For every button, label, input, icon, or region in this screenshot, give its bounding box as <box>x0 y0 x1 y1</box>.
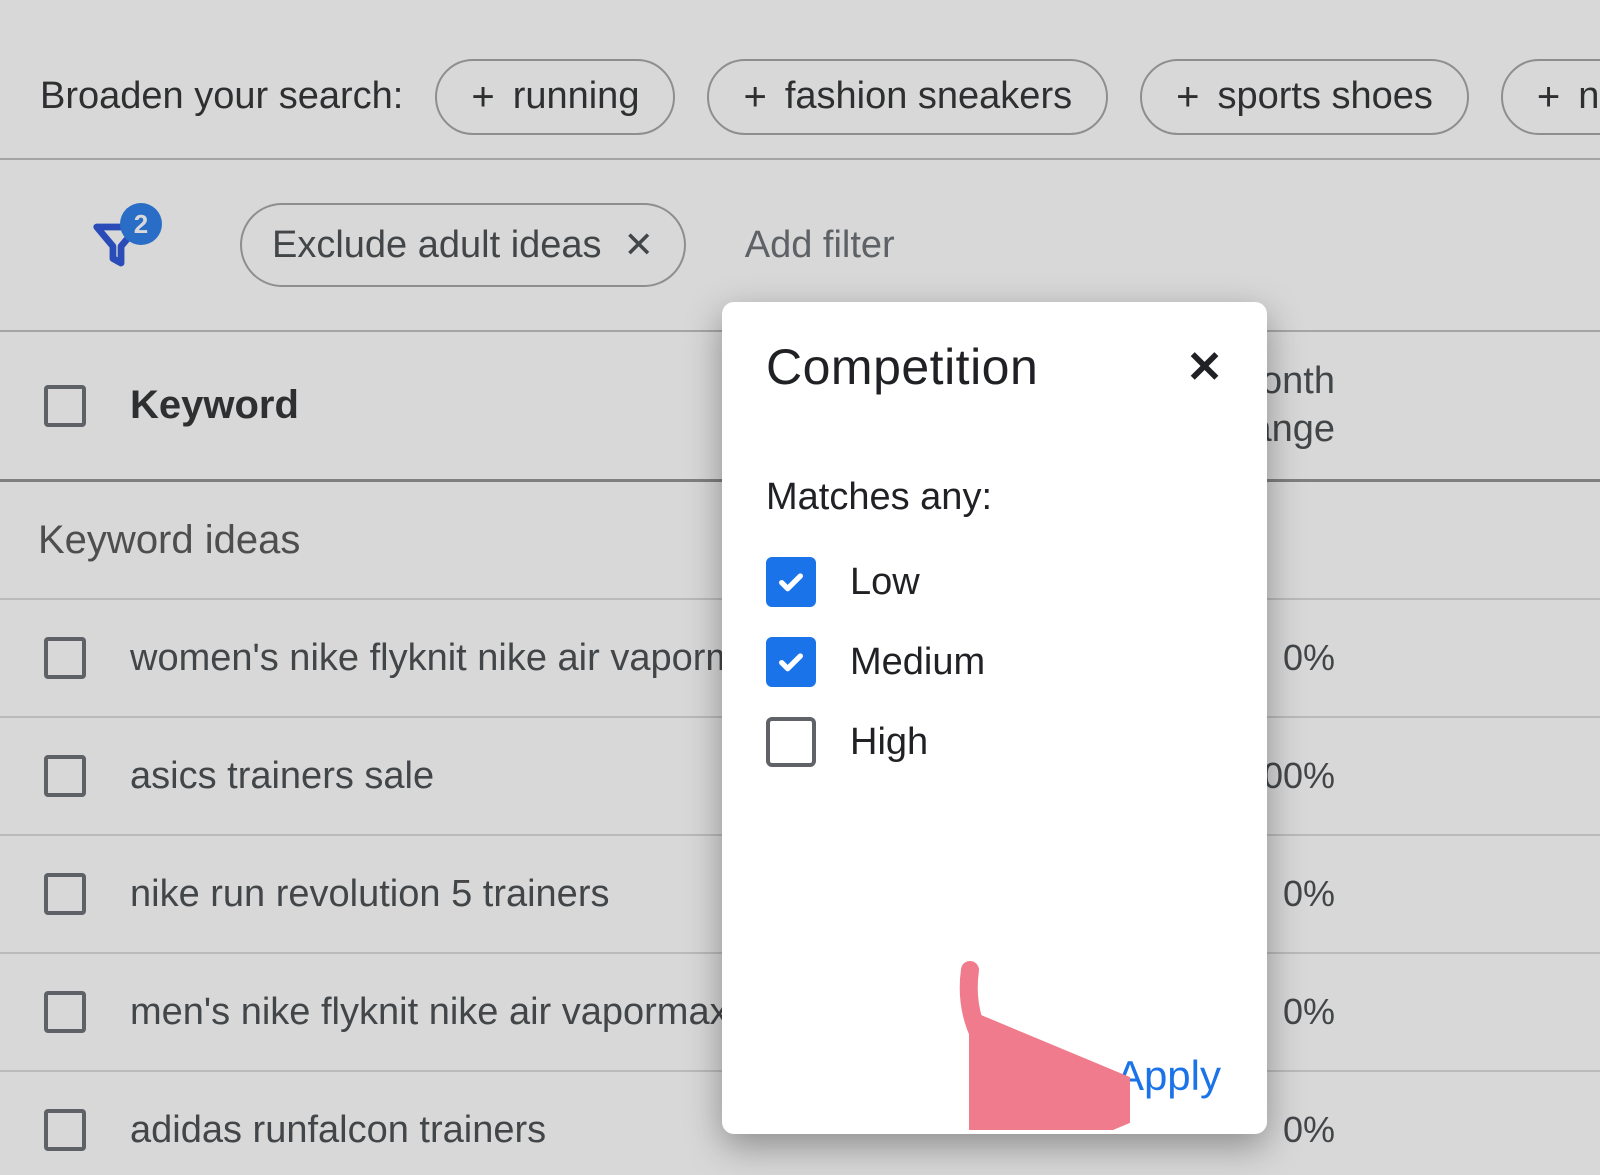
filter-funnel-button[interactable]: 2 <box>90 217 144 273</box>
active-filter-chip[interactable]: Exclude adult ideas ✕ <box>240 203 686 287</box>
select-all-checkbox[interactable] <box>44 385 86 427</box>
row-checkbox[interactable] <box>44 1109 86 1151</box>
checkbox-unchecked-icon[interactable] <box>766 717 816 767</box>
broaden-search-row: Broaden your search: + running + fashion… <box>0 0 1600 160</box>
add-filter-button[interactable]: Add filter <box>722 209 918 282</box>
chip-label: nike <box>1578 75 1600 118</box>
checkbox-checked-icon[interactable] <box>766 637 816 687</box>
apply-button[interactable]: Apply <box>1116 1052 1221 1100</box>
checkbox-checked-icon[interactable] <box>766 557 816 607</box>
option-medium[interactable]: Medium <box>766 637 1223 687</box>
broaden-chip-fashion-sneakers[interactable]: + fashion sneakers <box>707 59 1108 135</box>
row-checkbox[interactable] <box>44 991 86 1033</box>
broaden-chip-sports-shoes[interactable]: + sports shoes <box>1140 59 1469 135</box>
popover-title: Competition <box>766 338 1038 396</box>
option-label: Medium <box>850 641 985 684</box>
row-checkbox[interactable] <box>44 873 86 915</box>
row-checkbox[interactable] <box>44 755 86 797</box>
plus-icon: + <box>1176 77 1199 117</box>
close-icon[interactable]: ✕ <box>624 224 654 266</box>
chip-label: sports shoes <box>1217 75 1432 118</box>
broaden-chip-running[interactable]: + running <box>435 59 675 135</box>
popover-subtitle: Matches any: <box>766 476 1223 519</box>
chip-label: running <box>513 75 640 118</box>
plus-icon: + <box>471 77 494 117</box>
option-low[interactable]: Low <box>766 557 1223 607</box>
broaden-chip-nike[interactable]: + nike <box>1501 59 1600 135</box>
section-label: Keyword ideas <box>0 518 300 563</box>
competition-filter-popover: Competition ✕ Matches any: Low Medium Hi… <box>722 302 1267 1134</box>
filter-count-badge: 2 <box>120 203 162 245</box>
chip-label: fashion sneakers <box>785 75 1072 118</box>
plus-icon: + <box>1537 77 1560 117</box>
option-label: Low <box>850 561 920 604</box>
plus-icon: + <box>743 77 766 117</box>
option-label: High <box>850 721 928 764</box>
close-icon[interactable]: ✕ <box>1186 342 1223 393</box>
broaden-label: Broaden your search: <box>40 75 403 118</box>
row-checkbox[interactable] <box>44 637 86 679</box>
filter-chip-label: Exclude adult ideas <box>272 224 602 267</box>
option-high[interactable]: High <box>766 717 1223 767</box>
